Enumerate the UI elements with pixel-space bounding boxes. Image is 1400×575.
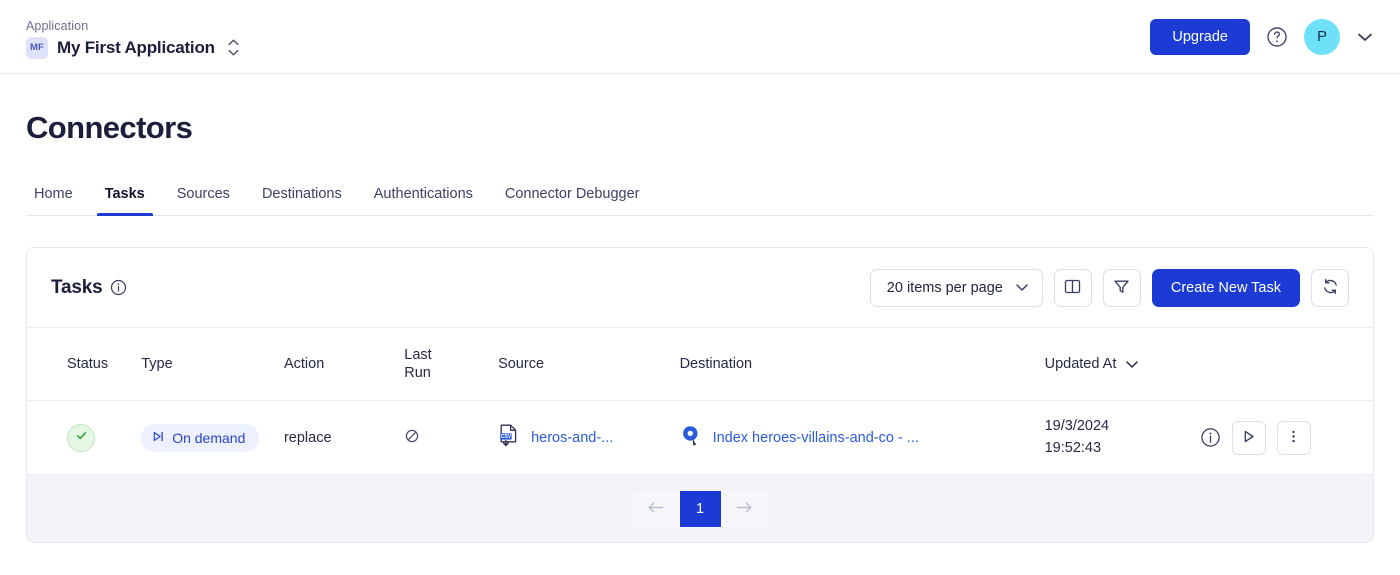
tab-authentications[interactable]: Authentications [358,178,489,215]
column-header-action: Action [283,328,405,402]
info-circle-icon[interactable] [110,279,127,296]
filter-button[interactable] [1102,268,1141,307]
card-title: Tasks [51,277,127,299]
column-header-status: Status [27,328,142,402]
chevron-down-icon [1016,284,1028,291]
user-avatar[interactable]: P [1304,18,1340,55]
svg-text:CSV: CSV [501,434,512,440]
arrow-right-icon [735,500,754,518]
cell-status [27,400,142,476]
tab-tasks[interactable]: Tasks [89,178,161,216]
tab-home[interactable]: Home [26,178,89,215]
top-bar: Application MF My First Application Upgr… [0,0,1400,74]
cell-updated-at: 19/3/2024 19:52:43 [1044,400,1200,476]
table-header-row: Status Type Action Last Run Source Desti… [27,328,1373,402]
pagination-page-1[interactable]: 1 [679,490,721,527]
skip-forward-icon [152,430,165,446]
application-switcher[interactable]: Application MF My First Application [26,15,239,59]
row-more-button[interactable] [1276,420,1311,455]
cell-type: On demand [141,400,284,476]
refresh-button[interactable] [1311,268,1349,307]
tab-connector-debugger[interactable]: Connector Debugger [489,178,656,215]
pagination: 1 [631,490,769,527]
refresh-icon [1321,277,1340,299]
chevron-up-down-icon[interactable] [228,39,239,56]
row-info-icon[interactable] [1200,427,1221,448]
task-type-badge: On demand [141,423,260,452]
updated-at-label: Updated At [1044,356,1117,373]
run-task-button[interactable] [1231,420,1266,455]
source-link[interactable]: heros-and-... [531,430,613,446]
column-header-updated-at[interactable]: Updated At [1044,328,1200,402]
page-title: Connectors [26,110,193,145]
last-run-line-1: Last [404,347,432,363]
tab-bar: Home Tasks Sources Destinations Authenti… [26,178,1374,216]
card-title-text: Tasks [51,276,103,298]
table-body: On demand replace CSV heros-and-... Inde… [27,400,1373,476]
chevron-down-icon[interactable] [1356,31,1374,43]
column-header-source: Source [498,328,680,402]
upgrade-button[interactable]: Upgrade [1150,18,1250,55]
task-type-label: On demand [172,429,246,446]
no-entry-icon [404,429,420,448]
status-badge-success [67,423,95,452]
cell-action: replace [283,400,405,476]
chevron-down-icon [1126,360,1139,368]
table-row[interactable]: On demand replace CSV heros-and-... Inde… [27,400,1373,476]
last-run-line-2: Run [404,365,431,382]
cell-last-run [404,400,499,476]
column-header-last-run: Last Run [404,328,499,402]
table-header: Status Type Action Last Run Source Desti… [27,328,1373,402]
column-header-type: Type [141,328,284,402]
page-body: Connectors Home Tasks Sources Destinatio… [0,110,1400,544]
cell-source: CSV heros-and-... [498,400,680,476]
tasks-card: Tasks 20 items per page Create New Task … [26,247,1374,544]
application-row[interactable]: MF My First Application [26,36,239,59]
application-label: Application [26,18,89,33]
csv-file-download-icon: CSV [498,424,520,452]
filter-icon [1112,277,1131,299]
card-toolbar: 20 items per page Create New Task [869,268,1349,307]
pagination-prev-button[interactable] [631,490,680,527]
columns-icon [1063,277,1082,299]
application-name: My First Application [57,37,215,57]
more-vertical-icon [1285,428,1302,448]
updated-time: 19:52:43 [1044,439,1102,456]
updated-date: 19/3/2024 [1044,418,1110,434]
cell-row-actions [1199,400,1373,476]
help-circle-icon[interactable] [1266,26,1288,48]
top-bar-right: Upgrade P [1150,18,1374,55]
cell-destination: Index heroes-villains-and-co - ... [679,400,1045,476]
items-per-page-select[interactable]: 20 items per page [869,268,1043,307]
column-header-destination: Destination [679,328,1045,402]
algolia-search-icon [680,424,702,452]
card-header: Tasks 20 items per page Create New Task [27,248,1373,328]
arrow-left-icon [646,500,665,518]
application-avatar: MF [26,36,48,59]
tab-destinations[interactable]: Destinations [246,178,358,215]
columns-button[interactable] [1053,268,1092,307]
play-icon [1240,428,1257,448]
create-new-task-button[interactable]: Create New Task [1151,268,1300,307]
pagination-next-button[interactable] [720,490,769,527]
tasks-table: Status Type Action Last Run Source Desti… [27,328,1373,476]
column-header-actions [1199,328,1373,402]
tab-sources[interactable]: Sources [161,178,246,215]
check-icon [74,428,89,447]
card-footer: 1 [27,475,1373,543]
destination-link[interactable]: Index heroes-villains-and-co - ... [713,430,919,446]
items-per-page-value: 20 items per page [886,279,1003,296]
